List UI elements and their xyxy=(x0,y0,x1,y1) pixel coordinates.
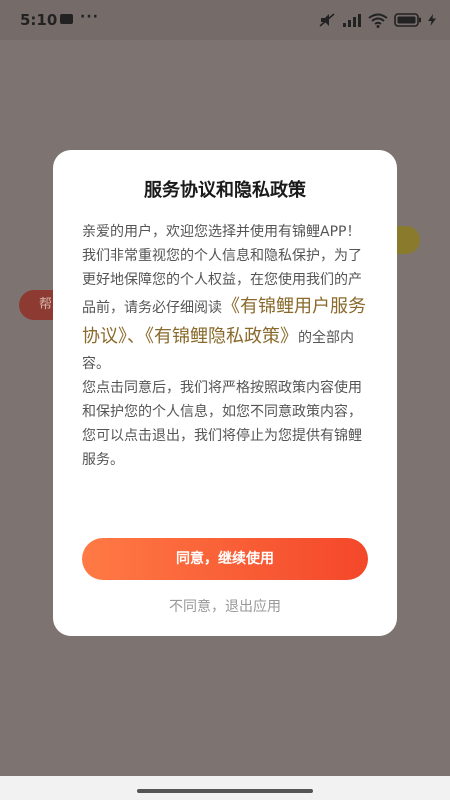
system-nav-bar xyxy=(0,776,450,800)
consent-paragraph: 我们非常重视您的个人信息和隐私保护，为了更好地保障您的个人权益，在您使用我们的产… xyxy=(82,244,370,376)
link-separator: 、 xyxy=(127,326,145,347)
status-icons xyxy=(318,10,436,30)
message-icon xyxy=(60,14,73,24)
more-notifications-icon: ··· xyxy=(80,9,99,25)
dialog-body: 亲爱的用户，欢迎您选择并使用有锦鲤APP！ 我们非常重视您的个人信息和隐私保护，… xyxy=(82,220,370,472)
agree-explanation-text: 您点击同意后，我们将严格按照政策内容使用和保护您的个人信息，如您不同意政策内容，… xyxy=(82,380,362,468)
battery-icon xyxy=(394,13,421,27)
home-indicator[interactable] xyxy=(137,789,313,793)
charging-icon xyxy=(428,14,436,26)
wifi-icon xyxy=(368,13,388,28)
status-bar: 5:10 ··· xyxy=(0,0,450,40)
dialog-title: 服务协议和隐私政策 xyxy=(144,180,306,201)
privacy-policy-link[interactable]: 《有锦鲤隐私政策》 xyxy=(145,326,298,347)
privacy-dialog: 服务协议和隐私政策 亲爱的用户，欢迎您选择并使用有锦鲤APP！ 我们非常重视您的… xyxy=(53,150,397,636)
status-time: 5:10 xyxy=(20,11,58,29)
signal-icon xyxy=(343,14,361,27)
agree-continue-button[interactable]: 同意，继续使用 xyxy=(82,538,368,580)
greeting-text: 亲爱的用户，欢迎您选择并使用有锦鲤APP！ xyxy=(82,224,361,240)
silent-icon xyxy=(319,13,335,27)
disagree-exit-button[interactable]: 不同意，退出应用 xyxy=(53,596,397,616)
